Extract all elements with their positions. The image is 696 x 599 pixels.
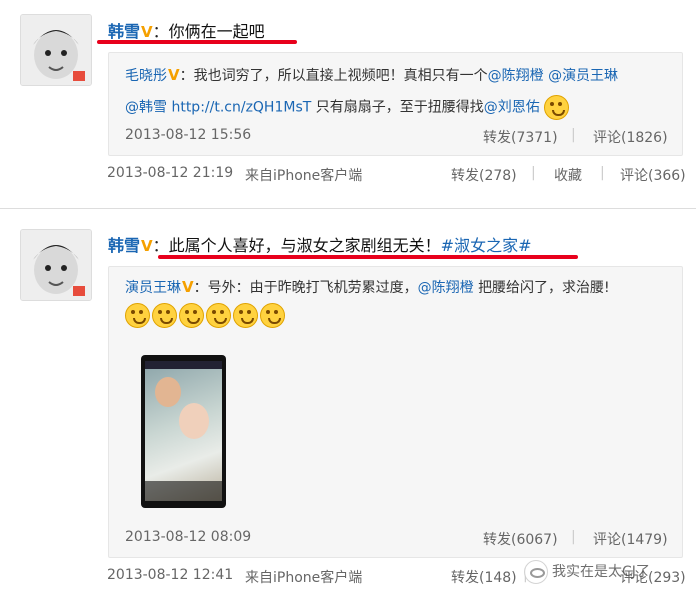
separator: |: [571, 127, 576, 143]
emoji-face-icon: [125, 303, 150, 328]
verified-v-icon: V: [182, 278, 194, 296]
quote-timestamp[interactable]: 2013-08-12 15:56: [125, 127, 251, 143]
comment-button[interactable]: 评论(366): [620, 165, 686, 185]
reposted-quote-box: 毛晓彤V：我也词穷了，所以直接上视频吧！真相只有一个@陈翔橙 @演员王琳 @韩雪…: [108, 52, 683, 156]
post-header: 韩雪V：此属个人喜好，与淑女之家剧组无关！#淑女之家#: [108, 236, 532, 255]
post-timestamp[interactable]: 2013-08-12 21:19: [107, 165, 233, 181]
emoji-face-icon: [206, 303, 231, 328]
avatar-image-icon: [21, 15, 91, 85]
verified-v-icon: V: [168, 66, 180, 84]
author-name[interactable]: 韩雪: [108, 22, 140, 41]
post-text: 此属个人喜好，与淑女之家剧组无关！: [168, 236, 441, 255]
emoji-face-icon: [152, 303, 177, 328]
photo-thumbnail[interactable]: [141, 355, 226, 508]
repost-button[interactable]: 转发(278): [451, 165, 517, 185]
post-divider: [0, 208, 696, 209]
favorite-button[interactable]: 收藏: [554, 165, 582, 185]
post-source[interactable]: 来自iPhone客户端: [245, 165, 362, 185]
avatar-image-icon: [21, 230, 91, 300]
red-underline-annotation: [97, 40, 297, 44]
post-source[interactable]: 来自iPhone客户端: [245, 567, 362, 587]
quote-line-1: 演员王琳V：号外：由于昨晚打飞机劳累过度，@陈翔橙 把腰给闪了，求治腰!: [125, 278, 610, 296]
verified-v-icon: V: [141, 23, 153, 41]
mention-link[interactable]: @韩雪: [125, 100, 167, 116]
quote-line-1: 毛晓彤V：我也词穷了，所以直接上视频吧！真相只有一个@陈翔橙 @演员王琳: [125, 66, 619, 84]
quote-repost-count[interactable]: 转发(6067): [483, 529, 558, 549]
watermark: 我实在是太CJ了: [524, 560, 650, 584]
quote-timestamp[interactable]: 2013-08-12 08:09: [125, 529, 251, 545]
short-url-link[interactable]: http://t.cn/zQH1MsT: [171, 100, 311, 116]
repost-button[interactable]: 转发(148): [451, 567, 517, 587]
avatar[interactable]: [20, 14, 92, 86]
post-header: 韩雪V：你俩在一起吧: [108, 22, 265, 41]
hashtag-link[interactable]: #淑女之家#: [441, 236, 532, 255]
separator: |: [531, 165, 536, 181]
quote-repost-count[interactable]: 转发(7371): [483, 127, 558, 147]
emoji-row: [125, 303, 287, 328]
emoji-face-icon: [544, 95, 570, 120]
mention-link[interactable]: @刘恩佑: [484, 100, 540, 116]
separator: |: [600, 165, 605, 181]
post-text: 你俩在一起吧: [168, 22, 265, 41]
emoji-face-icon: [179, 303, 204, 328]
quote-author[interactable]: 演员王琳: [125, 280, 181, 296]
emoji-face-icon: [260, 303, 285, 328]
post-timestamp[interactable]: 2013-08-12 12:41: [107, 567, 233, 583]
quote-author[interactable]: 毛晓彤: [125, 68, 167, 84]
quote-comment-count[interactable]: 评论(1826): [593, 127, 668, 147]
mention-link[interactable]: @陈翔橙: [418, 280, 474, 296]
separator: |: [571, 529, 576, 545]
verified-v-icon: V: [141, 237, 153, 255]
wechat-logo-icon: [524, 560, 548, 584]
author-name[interactable]: 韩雪: [108, 236, 140, 255]
emoji-face-icon: [233, 303, 258, 328]
quote-comment-count[interactable]: 评论(1479): [593, 529, 668, 549]
red-underline-annotation: [158, 255, 578, 259]
avatar[interactable]: [20, 229, 92, 301]
mention-link[interactable]: @演员王琳: [548, 68, 618, 84]
mention-link[interactable]: @陈翔橙: [488, 68, 544, 84]
quote-line-2: @韩雪 http://t.cn/zQH1MsT 只有扇扇子，至于扭腰得找@刘恩佑: [125, 95, 571, 120]
